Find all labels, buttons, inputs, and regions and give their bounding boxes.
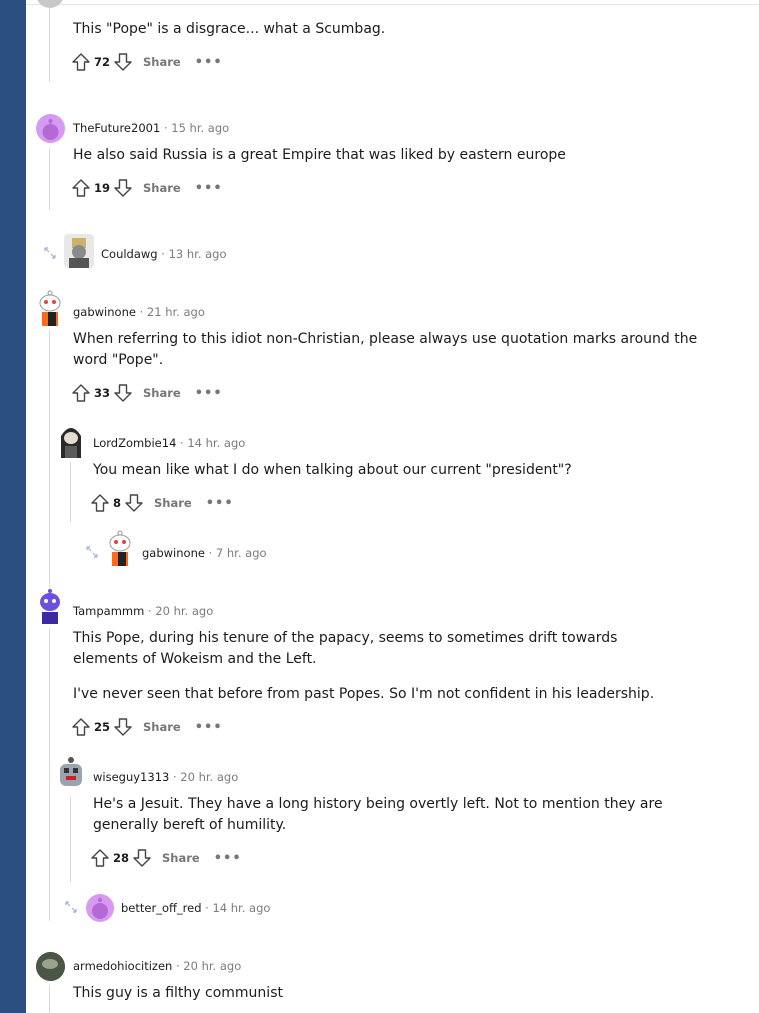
more-options-icon[interactable]: ••• xyxy=(214,851,242,866)
comment-meta: better_off_red · 14 hr. ago xyxy=(121,901,271,915)
author-name[interactable]: better_off_red xyxy=(121,901,202,915)
upvote-icon[interactable] xyxy=(71,717,91,737)
vote-count: 25 xyxy=(94,720,111,734)
share-button[interactable]: Share xyxy=(143,55,181,69)
comment-text: I've never seen that before from past Po… xyxy=(73,686,655,702)
timestamp[interactable]: 21 hr. ago xyxy=(147,305,205,319)
timestamp[interactable]: 15 hr. ago xyxy=(171,121,229,135)
comment-actions: 72 Share ••• xyxy=(71,50,223,74)
more-options-icon[interactable]: ••• xyxy=(206,496,234,511)
upvote-icon[interactable] xyxy=(71,178,91,198)
comment-meta: Tampammm · 20 hr. ago xyxy=(73,604,214,618)
more-options-icon[interactable]: ••• xyxy=(195,181,223,196)
comment-text: He's a Jesuit. They have a long history … xyxy=(93,796,663,833)
thread-line[interactable] xyxy=(70,462,71,522)
downvote-icon[interactable] xyxy=(124,493,144,513)
author-name[interactable]: Couldawg xyxy=(101,247,158,261)
thread-line[interactable] xyxy=(49,330,50,588)
comment-text: This Pope, during his tenure of the papa… xyxy=(73,630,618,667)
author-name[interactable]: gabwinone xyxy=(73,305,136,319)
timestamp[interactable]: 20 hr. ago xyxy=(155,604,213,618)
share-button[interactable]: Share xyxy=(154,496,192,510)
avatar[interactable] xyxy=(36,952,65,981)
avatar[interactable] xyxy=(64,234,94,268)
comment-text: This "Pope" is a disgrace... what a Scum… xyxy=(73,21,386,37)
comment-text: He also said Russia is a great Empire th… xyxy=(73,147,566,163)
comment-actions: 19 Share ••• xyxy=(71,176,223,200)
share-button[interactable]: Share xyxy=(143,181,181,195)
avatar[interactable] xyxy=(56,756,86,790)
timestamp[interactable]: 13 hr. ago xyxy=(169,247,227,261)
upvote-icon[interactable] xyxy=(71,383,91,403)
downvote-icon[interactable] xyxy=(113,383,133,403)
page-left-border xyxy=(0,0,26,1013)
downvote-icon[interactable] xyxy=(113,178,133,198)
comment-meta: armedohiocitizen · 20 hr. ago xyxy=(73,959,242,973)
vote-count: 19 xyxy=(94,181,111,195)
comment-text: You mean like what I do when talking abo… xyxy=(93,462,572,478)
downvote-icon[interactable] xyxy=(132,848,152,868)
more-options-icon[interactable]: ••• xyxy=(195,720,223,735)
upvote-icon[interactable] xyxy=(90,493,110,513)
timestamp[interactable]: 20 hr. ago xyxy=(183,959,241,973)
thread-line[interactable] xyxy=(49,985,50,1013)
comment-actions: 33 Share ••• xyxy=(71,381,223,405)
thread-line[interactable] xyxy=(49,148,50,210)
upvote-icon[interactable] xyxy=(90,848,110,868)
comment-meta: TheFuture2001 · 15 hr. ago xyxy=(73,121,230,135)
upvote-icon[interactable] xyxy=(71,52,91,72)
avatar[interactable] xyxy=(36,588,64,624)
author-name[interactable]: armedohiocitizen xyxy=(73,959,172,973)
share-button[interactable]: Share xyxy=(143,386,181,400)
comment-meta: LordZombie14 · 14 hr. ago xyxy=(93,436,246,450)
author-name[interactable]: TheFuture2001 xyxy=(73,121,160,135)
comment-meta: gabwinone · 7 hr. ago xyxy=(142,546,267,560)
comment-actions: 25 Share ••• xyxy=(71,715,223,739)
comment-text: When referring to this idiot non-Christi… xyxy=(73,331,698,368)
comment-meta: Couldawg · 13 hr. ago xyxy=(101,247,227,261)
share-button[interactable]: Share xyxy=(162,851,200,865)
author-name[interactable]: Tampammm xyxy=(73,604,144,618)
timestamp[interactable]: 14 hr. ago xyxy=(212,901,270,915)
downvote-icon[interactable] xyxy=(113,52,133,72)
author-name[interactable]: gabwinone xyxy=(142,546,205,560)
share-button[interactable]: Share xyxy=(143,720,181,734)
avatar[interactable] xyxy=(106,530,134,566)
avatar[interactable] xyxy=(36,114,65,143)
vote-count: 28 xyxy=(113,851,130,865)
timestamp[interactable]: 20 hr. ago xyxy=(180,770,238,784)
timestamp[interactable]: 14 hr. ago xyxy=(187,436,245,450)
avatar[interactable] xyxy=(36,0,64,8)
more-options-icon[interactable]: ••• xyxy=(195,55,223,70)
avatar[interactable] xyxy=(57,422,85,458)
author-name[interactable]: wiseguy1313 xyxy=(93,770,169,784)
comment-text: This guy is a filthy communist xyxy=(73,985,283,1001)
divider xyxy=(26,4,759,5)
comment-actions: 8 Share ••• xyxy=(90,491,234,515)
more-options-icon[interactable]: ••• xyxy=(195,386,223,401)
author-name[interactable]: LordZombie14 xyxy=(93,436,176,450)
comment-meta: gabwinone · 21 hr. ago xyxy=(73,305,205,319)
expand-icon[interactable] xyxy=(85,545,99,559)
thread-line[interactable] xyxy=(49,628,50,921)
vote-count: 8 xyxy=(113,496,122,510)
vote-count: 33 xyxy=(94,386,111,400)
thread-line[interactable] xyxy=(70,796,71,882)
vote-count: 72 xyxy=(94,55,111,69)
comment-meta: wiseguy1313 · 20 hr. ago xyxy=(93,770,239,784)
thread-line[interactable] xyxy=(49,0,50,82)
timestamp[interactable]: 7 hr. ago xyxy=(216,546,267,560)
avatar[interactable] xyxy=(86,894,114,922)
expand-icon[interactable] xyxy=(43,246,57,260)
downvote-icon[interactable] xyxy=(113,717,133,737)
expand-icon[interactable] xyxy=(64,900,78,914)
comment-actions: 28 Share ••• xyxy=(90,846,242,870)
avatar[interactable] xyxy=(36,290,64,326)
